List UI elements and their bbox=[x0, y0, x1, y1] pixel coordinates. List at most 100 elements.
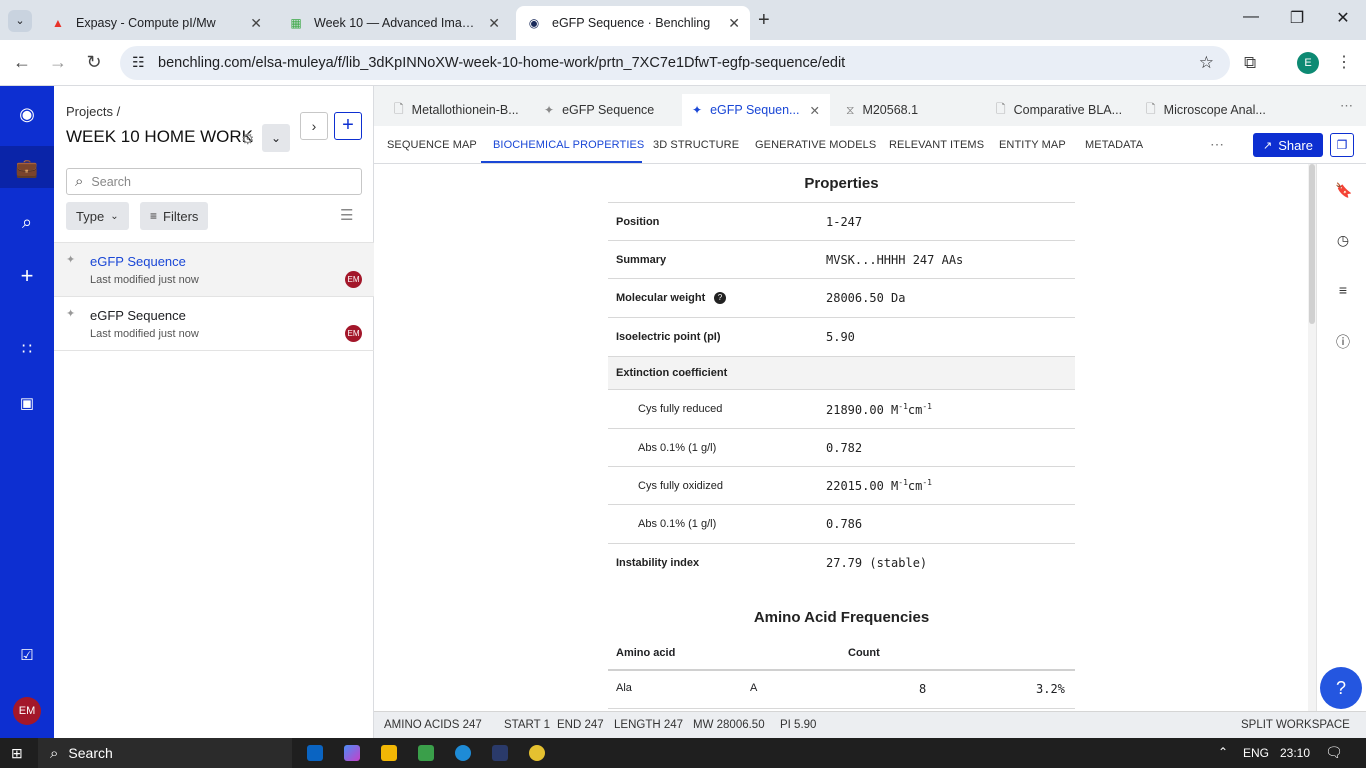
file-icon: 🗋 bbox=[1146, 101, 1156, 116]
benchling-app-icon[interactable] bbox=[492, 745, 508, 761]
more-options-icon[interactable]: ⋯ bbox=[1210, 136, 1224, 153]
tab-search-button[interactable]: ⌄ bbox=[8, 10, 32, 32]
search-icon: ⌕ bbox=[75, 173, 84, 190]
tab-biochemical-properties[interactable]: BIOCHEMICAL PROPERTIES bbox=[493, 139, 644, 151]
doc-tab-comparative[interactable]: 🗋 Comparative BLA... bbox=[986, 94, 1131, 126]
close-window-icon[interactable]: ✕ bbox=[1320, 8, 1366, 28]
copy-icon[interactable]: ❐ bbox=[1330, 133, 1354, 157]
add-item-button[interactable]: + bbox=[334, 112, 362, 140]
apps-grid-icon[interactable]: ∷ bbox=[15, 338, 39, 362]
tab-generative-models[interactable]: GENERATIVE MODELS bbox=[755, 139, 876, 151]
benchling-icon: ◉ bbox=[528, 16, 540, 30]
extensions-icon[interactable]: ⧉ bbox=[1244, 53, 1256, 73]
clock[interactable]: 23:10 bbox=[1280, 746, 1310, 760]
tab-metadata[interactable]: METADATA bbox=[1085, 139, 1143, 151]
status-pi: PI 5.90 bbox=[780, 719, 817, 731]
table-row: Ala A 8 3.2% bbox=[608, 671, 1075, 709]
site-info-icon[interactable]: ☷ bbox=[132, 54, 145, 71]
expand-panel-button[interactable]: › bbox=[300, 112, 328, 140]
taskbar-search[interactable]: ⌕ Search bbox=[38, 738, 292, 768]
doc-tab-m20568[interactable]: ⧖ M20568.1 bbox=[836, 94, 976, 126]
new-tab-button[interactable]: + bbox=[758, 9, 770, 32]
back-icon[interactable]: ← bbox=[10, 52, 34, 73]
tray-chevron-icon[interactable]: ⌃ bbox=[1218, 745, 1228, 759]
scroll-thumb[interactable] bbox=[1309, 164, 1315, 324]
user-avatar[interactable]: EM bbox=[13, 697, 41, 725]
list-item[interactable]: ✦ eGFP Sequence Last modified just now E… bbox=[54, 243, 374, 297]
close-tab-icon[interactable]: ✕ bbox=[488, 15, 500, 32]
profile-avatar[interactable]: E bbox=[1297, 52, 1319, 74]
doc-tab-metallothionein[interactable]: 🗋 Metallothionein-B... bbox=[384, 94, 529, 126]
tasks-icon[interactable]: ☑ bbox=[15, 644, 39, 668]
breadcrumb[interactable]: Projects / bbox=[66, 104, 120, 119]
amino-acid-frequencies-title: Amino Acid Frequencies bbox=[753, 609, 930, 626]
notifications-icon[interactable]: 🗨 bbox=[1325, 744, 1343, 761]
project-dropdown-button[interactable]: ⌄ bbox=[262, 124, 290, 152]
property-row-summary: Summary MVSK...HHHH 247 AAs bbox=[608, 241, 1075, 279]
windows-start-icon[interactable]: ⊞ bbox=[11, 745, 23, 762]
browser-tab-week10[interactable]: ▦ Week 10 — Advanced Imaging ✕ bbox=[278, 6, 510, 40]
info-icon[interactable]: ⓘ bbox=[1335, 332, 1351, 352]
benchling-logo-icon[interactable]: ◉ bbox=[15, 102, 39, 126]
copilot-icon[interactable] bbox=[344, 745, 360, 761]
property-row-cys-reduced: Cys fully reduced 21890.00 M-1cm-1 bbox=[608, 390, 1075, 429]
dna-icon: ⧖ bbox=[846, 102, 855, 117]
tab-relevant-items[interactable]: RELEVANT ITEMS bbox=[889, 139, 984, 151]
browser-tab-expasy[interactable]: ▲ Expasy - Compute pI/Mw ✕ bbox=[40, 6, 272, 40]
property-row-instability-index: Instability index 27.79 (stable) bbox=[616, 555, 928, 570]
close-icon[interactable]: ✕ bbox=[809, 103, 819, 118]
doc-tab-microscope[interactable]: 🗋 Microscope Anal... bbox=[1136, 94, 1286, 126]
browser-tab-benchling[interactable]: ◉ eGFP Sequence · Benchling ✕ bbox=[516, 6, 750, 40]
outlook-icon[interactable] bbox=[307, 745, 323, 761]
inventory-icon[interactable]: ▣ bbox=[15, 392, 39, 416]
split-workspace-button[interactable]: SPLIT WORKSPACE bbox=[1241, 719, 1350, 731]
share-button[interactable]: ↗ Share bbox=[1253, 133, 1323, 157]
status-start: START 1 bbox=[504, 719, 551, 731]
share-icon: ↗ bbox=[1263, 139, 1273, 152]
history-clock-icon[interactable]: ◷ bbox=[1335, 232, 1351, 249]
reload-icon[interactable]: ↻ bbox=[82, 52, 106, 73]
windows-taskbar: ⊞ ⌕ Search ⌃ ENG 23:10 🗨 bbox=[0, 738, 1366, 768]
url-bar[interactable]: ☷ benchling.com/elsa-muleya/f/lib_3dKpIN… bbox=[120, 46, 1230, 80]
doc-tab-egfp-active[interactable]: ✦ eGFP Sequen... ✕ bbox=[682, 94, 830, 126]
tab-entity-map[interactable]: ENTITY MAP bbox=[999, 139, 1066, 151]
status-bar: AMINO ACIDS 247 START 1 END 247 LENGTH 2… bbox=[374, 711, 1366, 738]
more-tabs-icon[interactable]: ⋯ bbox=[1340, 98, 1353, 114]
content-scrollbar[interactable] bbox=[1308, 164, 1316, 711]
create-icon[interactable]: + bbox=[15, 264, 39, 288]
file-icon: 🗋 bbox=[996, 101, 1006, 116]
protein-icon: ✦ bbox=[66, 254, 76, 266]
close-tab-icon[interactable]: ✕ bbox=[728, 15, 740, 32]
search-icon: ⌕ bbox=[50, 744, 59, 762]
doc-tab-egfp[interactable]: ✦ eGFP Sequence bbox=[534, 94, 674, 126]
search-icon[interactable]: ⌕ bbox=[15, 210, 39, 234]
help-icon[interactable]: ? bbox=[714, 292, 726, 304]
type-filter-button[interactable]: Type ⌄ bbox=[66, 202, 129, 230]
notes-icon[interactable]: ≡ bbox=[1335, 282, 1351, 298]
help-button[interactable]: ? bbox=[1320, 667, 1362, 709]
tab-sequence-map[interactable]: SEQUENCE MAP bbox=[387, 139, 477, 151]
project-settings-icon[interactable]: ⚙ bbox=[241, 130, 254, 148]
list-item[interactable]: ✦ eGFP Sequence Last modified just now E… bbox=[54, 297, 374, 351]
bookmark-star-icon[interactable]: ☆ bbox=[1199, 53, 1214, 73]
projects-icon[interactable]: 💼 bbox=[15, 156, 39, 180]
bookmark-icon[interactable]: 🔖 bbox=[1335, 182, 1352, 199]
edge-icon[interactable] bbox=[455, 745, 471, 761]
minimize-icon[interactable]: — bbox=[1228, 8, 1274, 26]
close-tab-icon[interactable]: ✕ bbox=[250, 15, 262, 32]
filters-button[interactable]: ≡ Filters bbox=[140, 202, 209, 230]
browser-menu-icon[interactable]: ⋮ bbox=[1336, 52, 1352, 72]
forward-icon[interactable]: → bbox=[46, 52, 70, 73]
view-options-icon[interactable]: ☰ bbox=[340, 206, 353, 224]
tab-3d-structure[interactable]: 3D STRUCTURE bbox=[653, 139, 739, 151]
protein-icon: ✦ bbox=[66, 308, 76, 320]
aa-count: 8 bbox=[919, 682, 927, 696]
panel-search-input[interactable]: ⌕ Search bbox=[66, 168, 362, 195]
language-indicator[interactable]: ENG bbox=[1243, 746, 1269, 760]
chrome-icon[interactable] bbox=[529, 745, 545, 761]
store-icon[interactable] bbox=[418, 745, 434, 761]
status-mw: MW 28006.50 bbox=[693, 719, 765, 731]
property-row-abs-reduced: Abs 0.1% (1 g/l) 0.782 bbox=[608, 429, 1075, 467]
file-explorer-icon[interactable] bbox=[381, 745, 397, 761]
maximize-icon[interactable]: ❐ bbox=[1274, 8, 1320, 28]
